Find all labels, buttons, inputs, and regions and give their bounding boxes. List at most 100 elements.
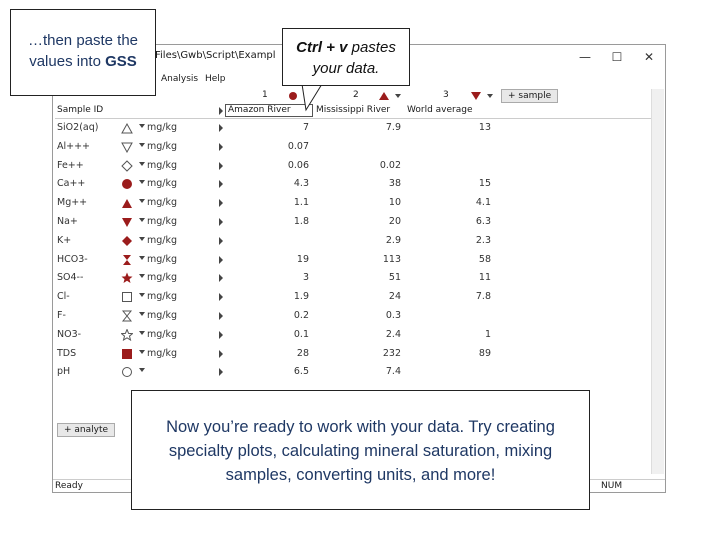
value-cell[interactable]: 20 xyxy=(315,213,401,231)
value-cell[interactable]: 3 xyxy=(225,269,309,287)
value-cell[interactable]: 1 xyxy=(405,326,491,344)
analyte-name[interactable]: Ca++ xyxy=(57,175,85,193)
value-cell[interactable]: 1.1 xyxy=(225,194,309,212)
value-cell[interactable]: 2.3 xyxy=(405,232,491,250)
unit-cell[interactable]: mg/kg xyxy=(147,251,177,269)
unit-cell[interactable]: mg/kg xyxy=(147,138,177,156)
unit-cell[interactable]: mg/kg xyxy=(147,119,177,137)
menu-analysis[interactable]: Analysis xyxy=(161,74,198,84)
table-row: SiO2(aq) mg/kg 7 7.9 13 xyxy=(55,119,495,137)
analyte-name[interactable]: NO3- xyxy=(57,326,81,344)
value-cell[interactable]: 0.07 xyxy=(225,138,309,156)
value-cell[interactable]: 2.4 xyxy=(315,326,401,344)
symbol-dropdown-icon[interactable] xyxy=(139,236,145,241)
table-row: SO4-- mg/kg 3 51 11 xyxy=(55,269,495,287)
symbol-dropdown-icon[interactable] xyxy=(139,142,145,147)
value-cell[interactable]: 4.3 xyxy=(225,175,309,193)
value-cell[interactable]: 13 xyxy=(405,119,491,137)
value-cell[interactable]: 58 xyxy=(405,251,491,269)
value-cell[interactable]: 38 xyxy=(315,175,401,193)
num-lock-indicator: NUM xyxy=(601,481,623,491)
value-cell[interactable]: 0.1 xyxy=(225,326,309,344)
value-cell[interactable] xyxy=(405,138,491,156)
value-cell[interactable]: 232 xyxy=(315,345,401,363)
symbol-dropdown-icon[interactable] xyxy=(139,218,145,222)
value-cell[interactable]: 1.9 xyxy=(225,288,309,306)
value-cell[interactable]: 0.2 xyxy=(225,307,309,325)
unit-cell[interactable]: mg/kg xyxy=(147,288,177,306)
value-cell[interactable]: 51 xyxy=(315,269,401,287)
column-number: 1 xyxy=(262,90,268,100)
symbol-dropdown-icon[interactable] xyxy=(139,349,145,354)
value-cell[interactable] xyxy=(225,232,309,250)
value-cell[interactable]: 6.3 xyxy=(405,213,491,231)
series-marker-icon xyxy=(379,92,401,100)
analyte-name[interactable]: Cl- xyxy=(57,288,70,306)
value-cell[interactable]: 4.1 xyxy=(405,194,491,212)
value-cell[interactable]: 0.02 xyxy=(315,157,401,175)
analyte-name[interactable]: Fe++ xyxy=(57,157,84,175)
menu-help[interactable]: Help xyxy=(205,74,226,84)
unit-cell[interactable]: mg/kg xyxy=(147,175,177,193)
unit-cell[interactable]: mg/kg xyxy=(147,194,177,212)
symbol-dropdown-icon[interactable] xyxy=(139,180,145,185)
analyte-name[interactable]: TDS xyxy=(57,345,76,363)
analyte-name[interactable]: pH xyxy=(57,363,70,381)
vertical-scrollbar[interactable] xyxy=(651,89,664,474)
unit-cell[interactable]: mg/kg xyxy=(147,326,177,344)
value-cell[interactable]: 0.06 xyxy=(225,157,309,175)
value-cell[interactable]: 2.9 xyxy=(315,232,401,250)
unit-cell[interactable]: mg/kg xyxy=(147,232,177,250)
unit-cell[interactable]: mg/kg xyxy=(147,269,177,287)
symbol-dropdown-icon[interactable] xyxy=(139,274,145,279)
analyte-name[interactable]: SiO2(aq) xyxy=(57,119,98,137)
callout-pointer-icon xyxy=(301,84,323,112)
symbol-dropdown-icon[interactable] xyxy=(139,161,145,166)
analyte-name[interactable]: Na+ xyxy=(57,213,78,231)
minimize-button[interactable]: — xyxy=(573,48,597,66)
analyte-name[interactable]: Al+++ xyxy=(57,138,90,156)
value-cell[interactable]: 0.3 xyxy=(315,307,401,325)
unit-cell[interactable]: mg/kg xyxy=(147,345,177,363)
value-cell[interactable]: 113 xyxy=(315,251,401,269)
value-cell[interactable]: 24 xyxy=(315,288,401,306)
value-cell[interactable]: 7.9 xyxy=(315,119,401,137)
value-cell[interactable]: 7.8 xyxy=(405,288,491,306)
symbol-dropdown-icon[interactable] xyxy=(139,199,145,204)
analyte-name[interactable]: F- xyxy=(57,307,66,325)
analyte-name[interactable]: K+ xyxy=(57,232,71,250)
value-cell[interactable]: 89 xyxy=(405,345,491,363)
value-cell[interactable]: 7 xyxy=(225,119,309,137)
symbol-dropdown-icon[interactable] xyxy=(139,312,145,316)
unit-cell[interactable]: mg/kg xyxy=(147,157,177,175)
maximize-button[interactable]: ☐ xyxy=(605,48,629,66)
value-cell[interactable]: 10 xyxy=(315,194,401,212)
value-cell[interactable]: 28 xyxy=(225,345,309,363)
value-cell[interactable]: 15 xyxy=(405,175,491,193)
add-analyte-button[interactable]: + analyte xyxy=(57,423,116,437)
close-button[interactable]: ✕ xyxy=(637,48,661,66)
value-cell[interactable]: 1.8 xyxy=(225,213,309,231)
analyte-name[interactable]: SO4-- xyxy=(57,269,83,287)
unit-cell[interactable]: mg/kg xyxy=(147,307,177,325)
add-sample-button[interactable]: + sample xyxy=(501,89,559,103)
unit-cell[interactable]: mg/kg xyxy=(147,213,177,231)
analyte-name[interactable]: Mg++ xyxy=(57,194,87,212)
sample-name[interactable]: World average xyxy=(407,105,473,115)
value-cell[interactable]: 6.5 xyxy=(225,363,309,381)
row-arrow-icon xyxy=(219,236,223,245)
symbol-dropdown-icon[interactable] xyxy=(139,330,145,335)
value-cell[interactable] xyxy=(315,138,401,156)
value-cell[interactable]: 11 xyxy=(405,269,491,287)
value-cell[interactable] xyxy=(405,363,491,381)
analyte-name[interactable]: HCO3- xyxy=(57,251,88,269)
symbol-dropdown-icon[interactable] xyxy=(139,293,145,298)
symbol-dropdown-icon[interactable] xyxy=(139,368,145,373)
value-cell[interactable]: 7.4 xyxy=(315,363,401,381)
value-cell[interactable] xyxy=(405,157,491,175)
symbol-dropdown-icon[interactable] xyxy=(139,255,145,260)
symbol-dropdown-icon[interactable] xyxy=(139,124,145,128)
column-number: 2 xyxy=(353,90,359,100)
value-cell[interactable] xyxy=(405,307,491,325)
value-cell[interactable]: 19 xyxy=(225,251,309,269)
